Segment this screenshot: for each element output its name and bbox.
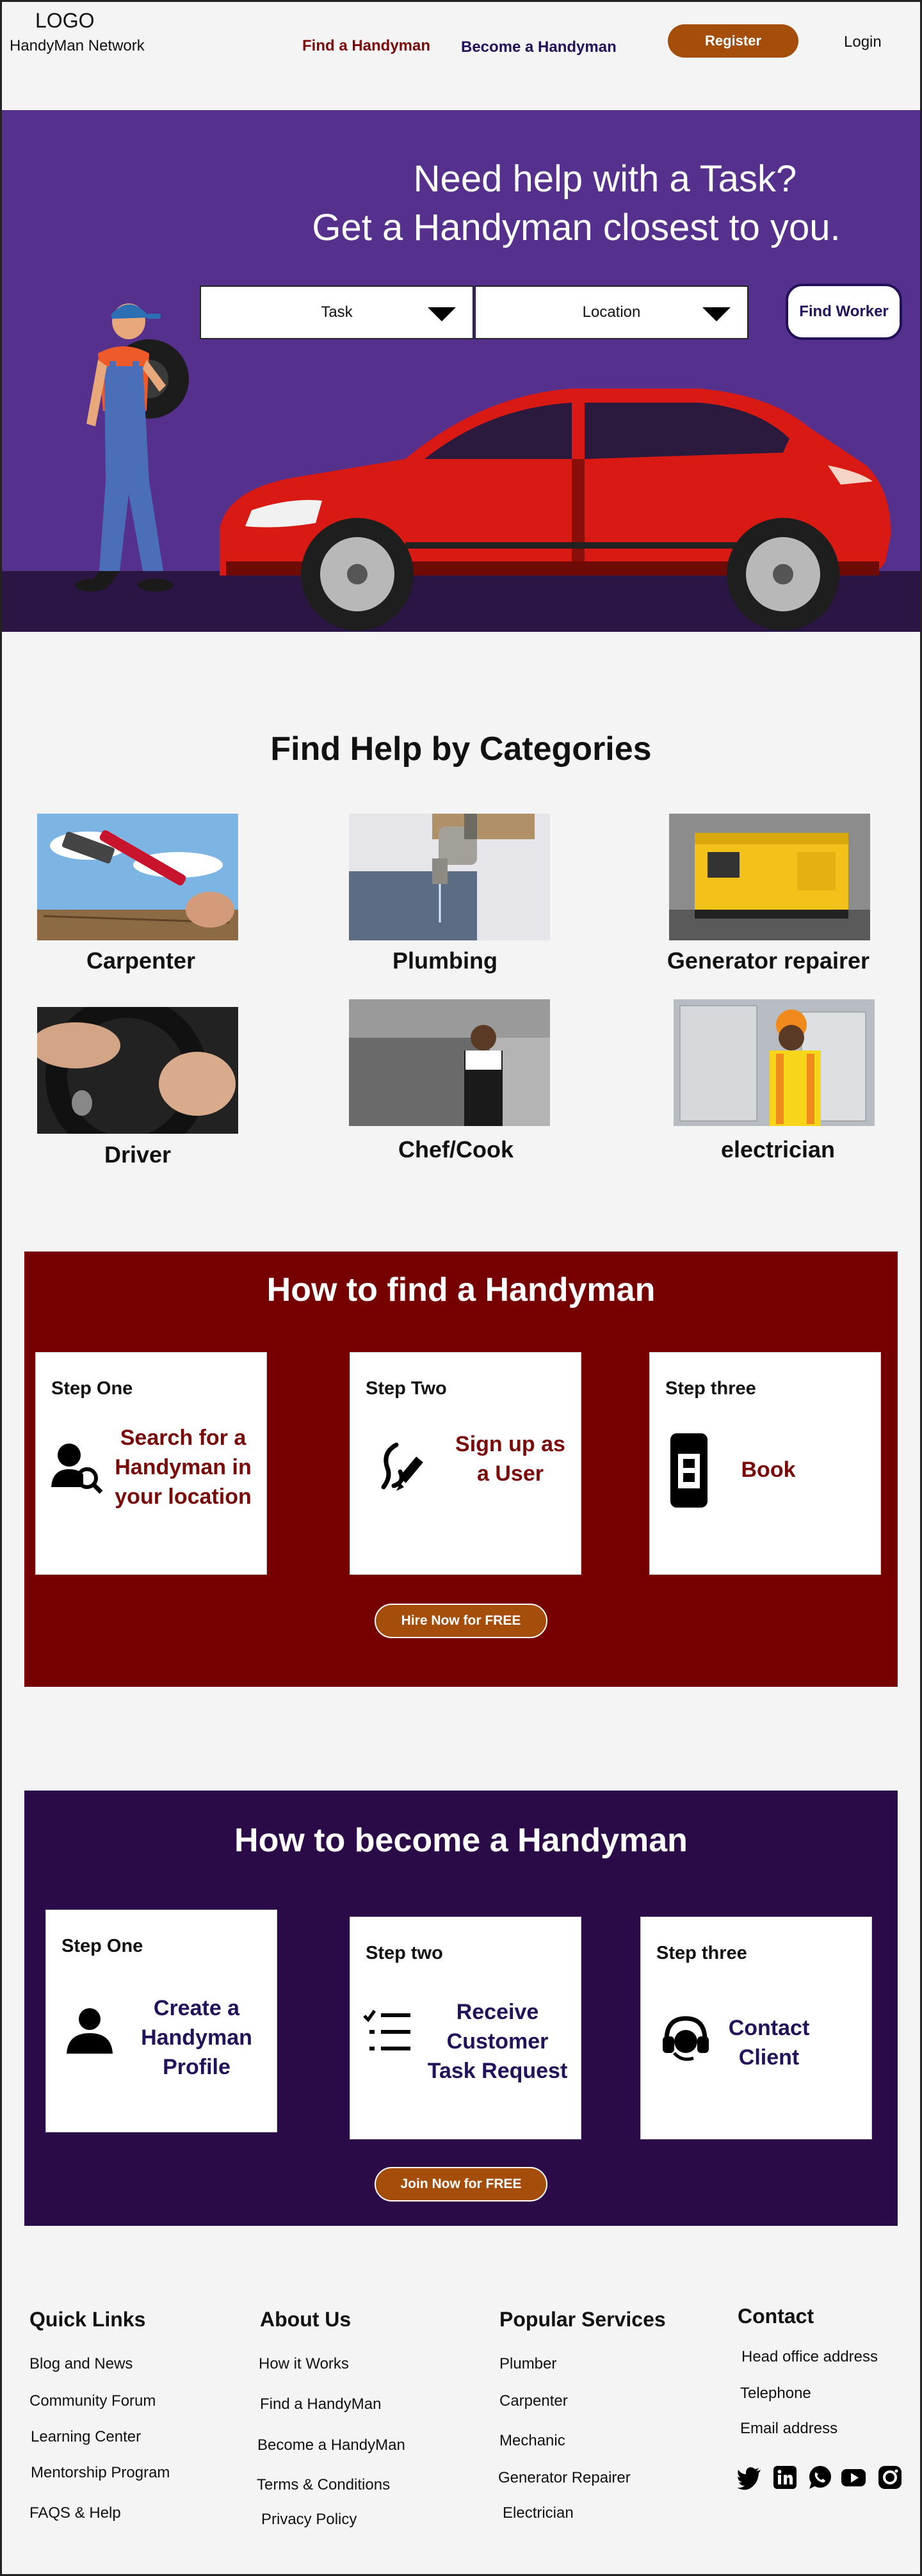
footer-link[interactable]: Mechanic [499,2432,565,2450]
how-to-find-section: How to find a Handyman Step One Search f… [24,1252,898,1687]
brand-name: HandyMan Network [10,37,145,54]
footer-link[interactable]: Community Forum [29,2392,156,2410]
become-step-two-text: Receive Customer Task Request [427,2000,568,2083]
category-card-electrician[interactable] [674,999,875,1126]
how-to-become-section: How to become a Handyman Step One Create… [24,1791,898,2226]
chevron-down-icon [702,307,731,321]
footer-contact-item: Telephone [740,2385,811,2402]
footer-services-title: Popular Services [499,2308,666,2331]
hero-headline: Need help with a Task? [413,158,797,200]
hero-subheadline: Get a Handyman closest to you. [312,207,841,248]
footer-link[interactable]: Blog and News [29,2355,133,2373]
category-card-carpenter[interactable] [37,814,238,940]
logo[interactable]: LOGO [35,9,94,33]
footer-link[interactable]: Plumber [499,2355,556,2373]
how-to-find-title: How to find a Handyman [266,1271,656,1308]
footer-contact-title: Contact [738,2305,814,2328]
linkedin-icon[interactable] [772,2465,798,2490]
footer-link[interactable]: Find a HandyMan [260,2395,381,2413]
category-label-driver[interactable]: Driver [22,1141,253,1168]
task-select[interactable]: Task [200,286,474,339]
footer-link[interactable]: Generator Repairer [498,2469,631,2487]
footer-link[interactable]: Electrician [503,2504,574,2522]
category-label-plumbing[interactable]: Plumbing [330,947,560,974]
category-card-generator-repairer[interactable] [669,814,870,940]
find-step-one-text: Search for a Handyman in your location [115,1426,252,1509]
car-illustration [220,389,891,631]
step-label: Step three [656,1943,747,1963]
task-select-label: Task [321,303,353,321]
mobile-booking-icon [670,1433,708,1508]
category-card-plumbing[interactable] [349,814,550,940]
find-step-one-card: Step One Search for a Handyman in your l… [35,1352,267,1575]
become-step-two-card: Step two Receive Customer Task Request [350,1917,581,2139]
handyman-illustration [75,303,189,592]
find-step-two-text: Sign up as a User [455,1432,565,1486]
login-link[interactable]: Login [844,33,882,51]
headset-support-icon [663,2016,709,2061]
join-now-button[interactable]: Join Now for FREE [375,2167,547,2202]
footer-quick-links-title: Quick Links [29,2308,146,2331]
find-worker-button[interactable]: Find Worker [786,284,902,340]
footer-link[interactable]: FAQS & Help [29,2504,121,2522]
signature-pen-icon [381,1442,423,1491]
category-card-driver[interactable] [37,1007,238,1134]
register-button[interactable]: Register [668,24,798,58]
user-search-icon [51,1444,103,1494]
task-list-icon [363,2009,410,2050]
nav-find-handyman[interactable]: Find a Handyman [302,37,430,55]
category-label-carpenter[interactable]: Carpenter [26,947,256,974]
step-label: Step Two [366,1378,447,1399]
become-step-one-card: Step One Create a Handyman Profile [45,1910,277,2132]
find-step-two-card: Step Two Sign up as a User [350,1352,581,1575]
find-step-three-text: Book [741,1458,796,1482]
become-step-one-text: Create a Handyman Profile [141,1996,252,2079]
footer-link[interactable]: How it Works [259,2355,349,2373]
nav-become-handyman[interactable]: Become a Handyman [461,38,617,56]
step-label: Step One [61,1936,143,1956]
whatsapp-icon[interactable] [807,2465,832,2490]
instagram-icon[interactable] [877,2465,903,2490]
find-step-three-card: Step three Book [649,1352,881,1575]
footer-link[interactable]: Become a HandyMan [257,2436,405,2454]
footer-link[interactable]: Terms & Conditions [257,2476,390,2494]
youtube-icon[interactable] [841,2465,866,2490]
become-step-three-card: Step three Contact Client [640,1917,872,2139]
category-label-generator-repairer[interactable]: Generator repairer [653,947,884,974]
footer-contact-item: Head office address [741,2348,878,2365]
category-label-electrician[interactable]: electrician [663,1136,893,1163]
footer-link[interactable]: Carpenter [499,2392,568,2410]
step-label: Step two [366,1943,443,1963]
footer-link[interactable]: Mentorship Program [31,2464,170,2482]
location-select-label: Location [582,303,641,321]
twitter-icon[interactable] [736,2465,762,2490]
how-to-become-title: How to become a Handyman [234,1822,688,1859]
become-step-three-text: Contact Client [728,2016,810,2070]
user-profile-icon [67,2008,113,2054]
footer-about-title: About Us [260,2308,352,2331]
footer-link[interactable]: Learning Center [31,2428,141,2446]
footer-contact-item: Email address [740,2420,838,2437]
step-label: Step three [665,1378,756,1399]
chevron-down-icon [428,307,456,321]
footer-link[interactable]: Privacy Policy [261,2511,357,2529]
categories-title: Find Help by Categories [270,730,652,768]
step-label: Step One [51,1378,133,1399]
category-label-chef-cook[interactable]: Chef/Cook [341,1136,571,1163]
location-select[interactable]: Location [474,286,748,339]
hire-now-button[interactable]: Hire Now for FREE [375,1604,547,1638]
category-card-chef-cook[interactable] [349,999,550,1126]
